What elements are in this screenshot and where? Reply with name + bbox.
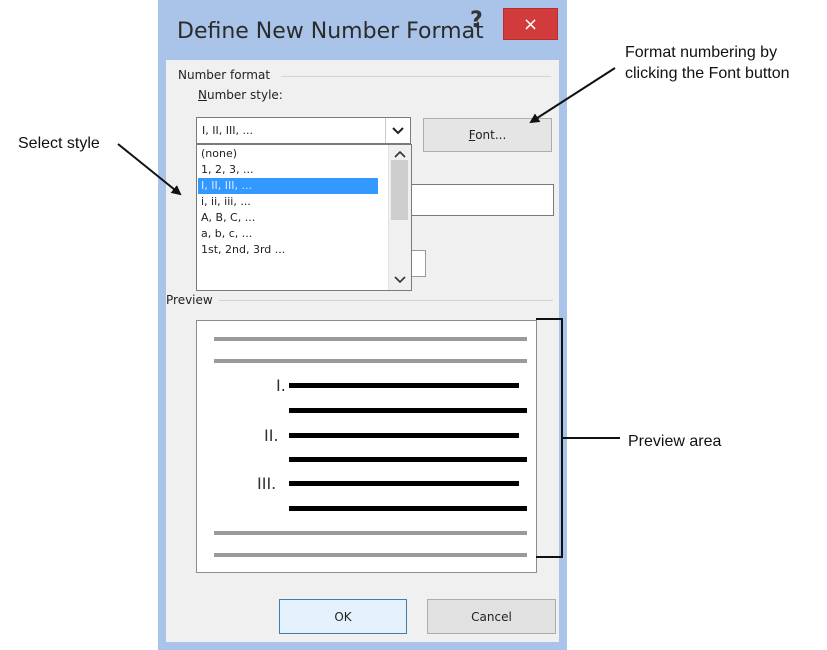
font-button[interactable]: Font...: [423, 118, 552, 152]
preview-black-line: [289, 383, 519, 388]
cancel-button[interactable]: Cancel: [427, 599, 556, 634]
preview-black-line: [289, 457, 527, 462]
preview-area: I. II. III.: [196, 320, 537, 573]
dialog-body: Number format Number style: I, II, III, …: [166, 60, 559, 642]
preview-numeral: III.: [257, 474, 277, 493]
ok-button-label: OK: [334, 609, 352, 624]
preview-gray-line: [214, 337, 527, 341]
preview-gray-line: [214, 359, 527, 363]
preview-black-line: [289, 481, 519, 486]
font-button-label-text: ont...: [475, 128, 507, 142]
list-item[interactable]: i, ii, iii, ...: [198, 194, 378, 210]
font-button-label: Font...: [469, 128, 507, 142]
ok-button[interactable]: OK: [279, 599, 407, 634]
list-item[interactable]: a, b, c, ...: [198, 226, 378, 242]
define-number-format-dialog: Define New Number Format ? × Number form…: [158, 0, 567, 650]
alignment-combobox[interactable]: [412, 250, 426, 277]
number-style-mnemonic: N: [198, 88, 207, 102]
preview-black-line: [289, 506, 527, 511]
cancel-button-label: Cancel: [471, 609, 512, 624]
list-item-selected[interactable]: I, II, III, ...: [198, 178, 378, 194]
chevron-down-icon: [392, 126, 404, 134]
scrollbar-thumb[interactable]: [391, 160, 408, 220]
preview-black-line: [289, 433, 519, 438]
number-style-label-text: umber style:: [206, 88, 283, 102]
scroll-up-icon[interactable]: [394, 149, 406, 159]
list-item[interactable]: 1, 2, 3, ...: [198, 162, 378, 178]
dialog-title: Define New Number Format: [177, 19, 484, 44]
close-button[interactable]: ×: [503, 8, 558, 40]
list-item[interactable]: 1st, 2nd, 3rd ...: [198, 242, 378, 258]
number-style-listbox[interactable]: (none) 1, 2, 3, ... I, II, III, ... i, i…: [196, 144, 412, 291]
number-style-label: Number style:: [198, 88, 283, 102]
listbox-scrollbar[interactable]: [388, 145, 411, 290]
callout-preview-area: Preview area: [628, 433, 722, 450]
help-button[interactable]: ?: [470, 8, 483, 33]
number-style-value: I, II, III, ...: [202, 124, 253, 137]
number-style-dropdown-button[interactable]: [385, 118, 410, 143]
title-bar: Define New Number Format ? ×: [158, 0, 567, 60]
number-style-combobox[interactable]: I, II, III, ...: [196, 117, 411, 144]
preview-numeral: II.: [264, 426, 279, 445]
close-icon: ×: [522, 13, 539, 35]
preview-label: Preview: [166, 293, 213, 307]
number-format-input[interactable]: [411, 184, 554, 216]
callout-select-style: Select style: [18, 135, 100, 152]
callout-font-button: Format numbering by clicking the Font bu…: [625, 44, 790, 82]
preview-black-line: [289, 408, 527, 413]
group-divider: [281, 76, 551, 77]
list-item[interactable]: (none): [198, 146, 378, 162]
number-format-group-label: Number format: [178, 68, 271, 82]
preview-gray-line: [214, 531, 527, 535]
preview-gray-line: [214, 553, 527, 557]
list-item[interactable]: A, B, C, ...: [198, 210, 378, 226]
preview-divider: [219, 300, 553, 301]
preview-numeral: I.: [276, 376, 286, 395]
scroll-down-icon[interactable]: [394, 275, 406, 285]
